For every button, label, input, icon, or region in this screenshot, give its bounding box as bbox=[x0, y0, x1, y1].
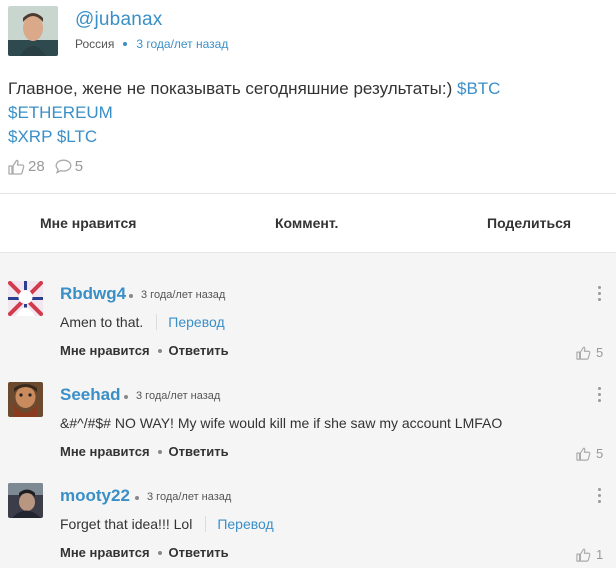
comment-item: Seehad 3 года/лет назад &#^/#$# NO WAY! … bbox=[0, 354, 616, 461]
comment-time[interactable]: 3 года/лет назад bbox=[141, 289, 225, 301]
comment-reply-button[interactable]: Ответить bbox=[169, 545, 229, 560]
comment-like-count-value: 1 bbox=[596, 547, 604, 562]
speech-bubble-icon bbox=[55, 159, 72, 174]
comment-like-button[interactable]: Мне нравится bbox=[60, 545, 150, 560]
comment-avatar[interactable] bbox=[8, 483, 43, 518]
comments-section: Rbdwg4 3 года/лет назад Amen to that. Пе… bbox=[0, 253, 616, 568]
post-action-bar: Мне нравится Коммент. Поделиться bbox=[0, 193, 616, 253]
separator-dot bbox=[157, 449, 162, 454]
post-comment-count-value: 5 bbox=[74, 158, 84, 175]
thumbs-up-icon bbox=[8, 159, 25, 175]
comment-avatar[interactable] bbox=[8, 281, 43, 316]
more-options-icon[interactable] bbox=[597, 488, 603, 504]
share-button[interactable]: Поделиться bbox=[487, 215, 571, 231]
comment-avatar[interactable] bbox=[8, 382, 43, 417]
translate-link[interactable]: Перевод bbox=[217, 516, 273, 532]
post-country: Россия bbox=[75, 37, 115, 51]
divider bbox=[156, 314, 158, 330]
post-card: @jubanax Россия 3 года/лет назад Главное… bbox=[0, 0, 616, 193]
thumbs-up-icon bbox=[576, 548, 591, 562]
comment-text: Forget that idea!!! Lol bbox=[60, 516, 193, 532]
comment-like-count[interactable]: 1 bbox=[576, 547, 603, 562]
post-comment-count[interactable]: 5 bbox=[55, 158, 83, 175]
comment-text: &#^/#$# NO WAY! My wife would kill me if… bbox=[60, 415, 503, 431]
comment-author-name[interactable]: Seehad bbox=[60, 385, 120, 405]
comment-text-row: Amen to that. Перевод bbox=[60, 314, 225, 330]
divider bbox=[205, 516, 207, 532]
post-tags-line2[interactable]: $XRP $LTC bbox=[8, 127, 97, 146]
separator-dot bbox=[129, 294, 133, 298]
separator-dot bbox=[124, 395, 128, 399]
separator-dot bbox=[135, 496, 139, 500]
separator-dot bbox=[157, 550, 162, 555]
comment-time[interactable]: 3 года/лет назад bbox=[147, 491, 231, 503]
translate-link[interactable]: Перевод bbox=[168, 314, 224, 330]
post-like-count[interactable]: 28 bbox=[8, 158, 45, 175]
separator-dot bbox=[123, 42, 128, 46]
comment-text-row: Forget that idea!!! Lol Перевод bbox=[60, 516, 274, 532]
comment-time[interactable]: 3 года/лет назад bbox=[136, 390, 220, 402]
post-text: Главное, жене не показывать сегодняшние … bbox=[8, 77, 608, 149]
comment-author-name[interactable]: mooty22 bbox=[60, 486, 130, 506]
comment-text: Amen to that. bbox=[60, 314, 144, 330]
separator-dot bbox=[157, 348, 162, 353]
post-author-avatar[interactable] bbox=[8, 6, 58, 56]
post-meta: Россия 3 года/лет назад bbox=[75, 37, 228, 51]
more-options-icon[interactable] bbox=[597, 286, 603, 302]
comment-item: mooty22 3 года/лет назад Forget that ide… bbox=[0, 455, 616, 562]
more-options-icon[interactable] bbox=[597, 387, 603, 403]
comment-author-name[interactable]: Rbdwg4 bbox=[60, 284, 126, 304]
post-text-main: Главное, жене не показывать сегодняшние … bbox=[8, 79, 453, 98]
comment-item: Rbdwg4 3 года/лет назад Amen to that. Пе… bbox=[0, 253, 616, 360]
comment-actions: Мне нравится Ответить bbox=[60, 545, 229, 560]
post-time[interactable]: 3 года/лет назад bbox=[136, 37, 228, 51]
like-button[interactable]: Мне нравится bbox=[40, 215, 136, 231]
post-stats: 28 5 bbox=[8, 158, 93, 175]
post-username[interactable]: @jubanax bbox=[75, 9, 162, 31]
comment-text-row: &#^/#$# NO WAY! My wife would kill me if… bbox=[60, 415, 502, 431]
post-like-count-value: 28 bbox=[28, 158, 45, 175]
